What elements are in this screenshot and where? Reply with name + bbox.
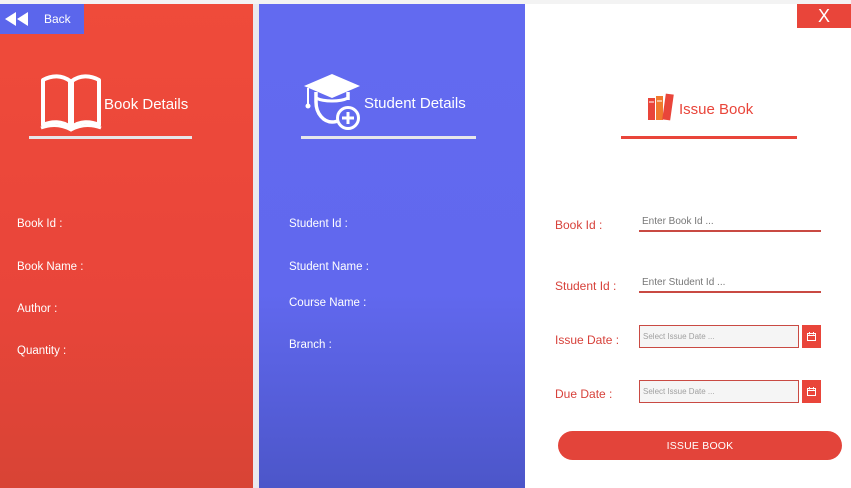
student-id-input[interactable]	[639, 273, 821, 293]
issue-book-header: Issue Book	[647, 92, 753, 127]
graduate-add-icon	[302, 72, 362, 135]
issue-date-input[interactable]	[639, 325, 799, 348]
student-details-underline	[301, 136, 476, 139]
book-id-input[interactable]	[639, 212, 821, 232]
issue-date-label: Issue Date :	[555, 333, 620, 347]
book-details-title: Book Details	[104, 96, 189, 113]
book-details-header: Book Details	[40, 72, 188, 137]
open-book-icon	[40, 72, 102, 137]
quantity-label: Quantity :	[17, 345, 67, 357]
issue-date-picker-button[interactable]	[802, 325, 821, 348]
close-button[interactable]: X	[797, 4, 851, 28]
issue-student-id-label: Student Id :	[555, 279, 617, 293]
student-details-title: Student Details	[364, 95, 466, 112]
issue-book-panel	[525, 4, 851, 488]
back-button-label: Back	[44, 12, 71, 26]
calendar-icon	[807, 383, 816, 401]
author-label: Author :	[17, 303, 58, 315]
books-stack-icon	[647, 92, 675, 127]
issue-book-id-label: Book Id :	[555, 218, 603, 232]
branch-label: Branch :	[289, 339, 332, 351]
due-date-picker-button[interactable]	[802, 380, 821, 403]
course-name-label: Course Name :	[289, 297, 367, 309]
back-button[interactable]: Back	[0, 4, 84, 34]
due-date-label: Due Date :	[555, 387, 613, 401]
student-name-label: Student Name :	[289, 261, 369, 273]
book-details-underline	[29, 136, 192, 139]
calendar-icon	[807, 328, 816, 346]
book-name-label: Book Name :	[17, 261, 84, 273]
due-date-input[interactable]	[639, 380, 799, 403]
issue-book-button[interactable]: ISSUE BOOK	[558, 431, 842, 460]
issue-book-underline	[621, 136, 797, 139]
student-details-header: Student Details	[302, 72, 466, 135]
student-id-info-label: Student Id :	[289, 218, 348, 230]
book-id-label: Book Id :	[17, 218, 63, 230]
double-chevron-left-icon	[2, 4, 32, 34]
issue-book-title: Issue Book	[679, 101, 754, 118]
